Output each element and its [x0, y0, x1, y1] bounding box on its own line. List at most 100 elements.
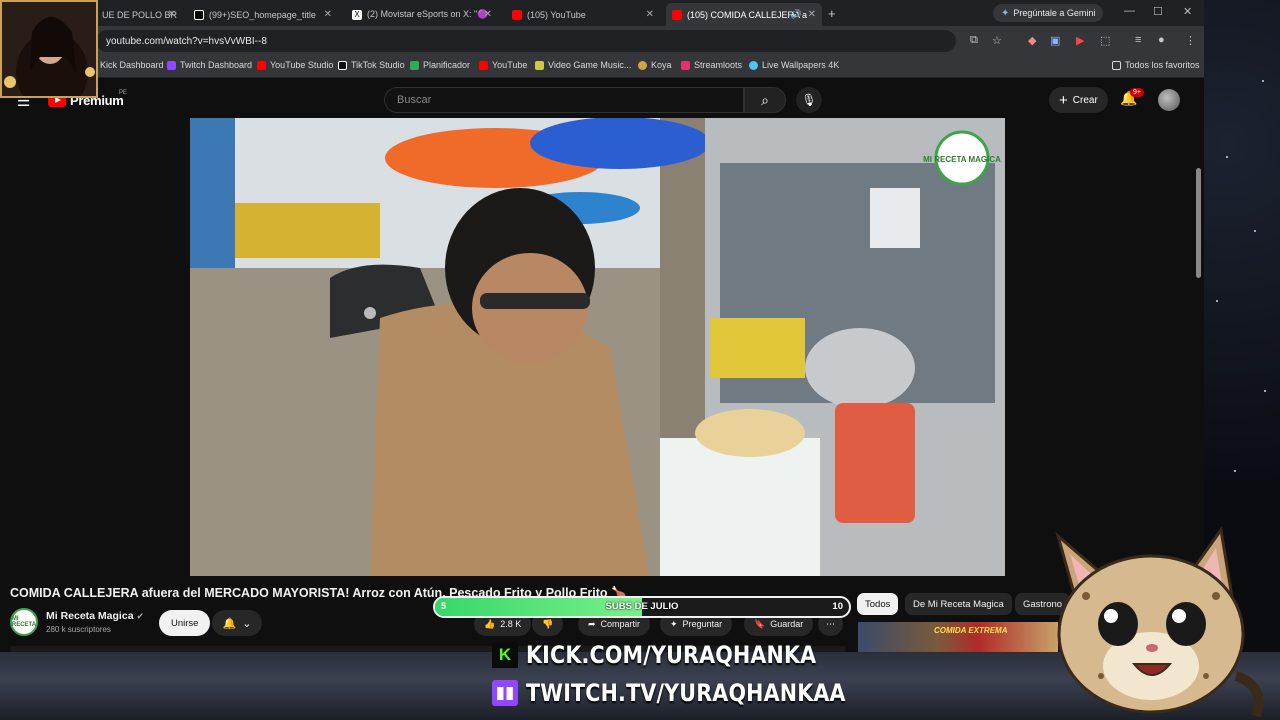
screen: UE DE POLLO BR ✕ (99+)SEO_homepage_title…	[0, 0, 1280, 720]
join-label: Unirse	[171, 617, 199, 629]
tab-3[interactable]: X (2) Movistar eSports on X: "🟣 ✕	[346, 3, 498, 26]
bookmark-label: Todos los favoritos	[1125, 60, 1200, 70]
video-channel-logo: MI RECETA MAGICA	[923, 155, 1001, 164]
tab-1[interactable]: UE DE POLLO BR ✕	[96, 3, 182, 26]
tab-strip: UE DE POLLO BR ✕ (99+)SEO_homepage_title…	[0, 0, 1204, 26]
tab-label: (105) COMIDA CALLEJERA a	[687, 9, 808, 20]
country-code: PE	[119, 90, 128, 96]
search-button[interactable]: ⌕	[744, 87, 786, 113]
kick-link: K KICK.COM/YURAQHANKA	[492, 641, 864, 669]
subscription-bell-button[interactable]: 🔔 ⌄	[212, 610, 262, 636]
bookmark-star-icon[interactable]: ☆	[992, 34, 1002, 47]
share-icon: ➦	[588, 618, 596, 629]
kick-logo-icon: K	[492, 642, 518, 668]
tab-5-active[interactable]: (105) COMIDA CALLEJERA a 🔊 ✕	[666, 3, 822, 26]
close-icon[interactable]: ✕	[484, 9, 492, 20]
video-player[interactable]: MI RECETA MAGICA	[190, 118, 1005, 576]
account-avatar[interactable]	[1158, 89, 1180, 111]
streamloots-icon	[681, 60, 690, 70]
translate-icon[interactable]: ▣	[1050, 34, 1060, 47]
verified-icon: ✔	[136, 611, 145, 621]
bookmark-streamloots[interactable]: Streamloots	[681, 60, 742, 70]
minimize-icon[interactable]: —	[1124, 5, 1135, 17]
tab-4[interactable]: (105) YouTube ✕	[506, 3, 660, 26]
create-button[interactable]: + Crear	[1049, 87, 1108, 113]
tab-2[interactable]: (99+)SEO_homepage_title ✕	[188, 3, 338, 26]
voice-search-button[interactable]: 🎙	[796, 87, 822, 113]
bookmark-planificador[interactable]: Planificador	[410, 60, 470, 70]
cast-icon[interactable]: ⧉	[970, 34, 978, 47]
related-video-thumbnail[interactable]: COMIDA EXTREMA	[858, 622, 1058, 652]
bookmark-label: TikTok Studio	[351, 60, 405, 70]
new-tab-button[interactable]: +	[828, 6, 836, 21]
twitch-link: ▮▮ TWITCH.TV/YURAQHANKAA	[492, 679, 898, 707]
browser-window: UE DE POLLO BR ✕ (99+)SEO_homepage_title…	[0, 0, 1204, 652]
bookmark-twitch-dashboard[interactable]: Twitch Dashboard	[167, 60, 252, 70]
gemini-button[interactable]: ✦ Pregúntale a Gemini	[993, 4, 1104, 22]
window-close-icon[interactable]: ✕	[1183, 5, 1192, 18]
address-bar: youtube.com/watch?v=hvsVvWBI--8 ⧉ ☆ ◆ ▣ …	[0, 26, 1204, 56]
close-icon[interactable]: ✕	[324, 9, 332, 20]
channel-name[interactable]: Mi Receta Magica ✔	[46, 610, 144, 622]
close-icon[interactable]: ✕	[646, 9, 654, 20]
extension-icon[interactable]: ◆	[1028, 34, 1036, 47]
bookmark-youtube-studio[interactable]: YouTube Studio	[257, 60, 333, 70]
bookmark-label: Kick Dashboard	[100, 60, 164, 70]
music-icon	[535, 60, 544, 70]
chip-todos[interactable]: Todos	[857, 593, 899, 615]
subs-goal-bar: 5 SUBS DE JULIO 10	[433, 596, 851, 618]
url-text: youtube.com/watch?v=hvsVvWBI--8	[106, 35, 267, 47]
url-field[interactable]: youtube.com/watch?v=hvsVvWBI--8	[96, 30, 956, 52]
youtube-icon	[257, 60, 266, 70]
ask-label: Preguntar	[682, 619, 723, 629]
subscriber-count: 280 k suscriptores	[46, 625, 111, 634]
channel-name-text: Mi Receta Magica	[46, 610, 134, 622]
close-icon[interactable]: ✕	[168, 9, 176, 20]
wallpaper-icon	[749, 60, 758, 70]
bookmark-label: Planificador	[423, 60, 471, 70]
bookmark-live-wallpapers[interactable]: Live Wallpapers 4K	[749, 60, 839, 70]
media-icon[interactable]: ≡	[1135, 34, 1141, 46]
webcam-feed	[2, 2, 96, 96]
chevron-down-icon: ⌄	[242, 617, 252, 630]
streamer-webcam	[0, 0, 98, 98]
thumbnail-label: COMIDA EXTREMA	[934, 626, 1008, 635]
subs-goal-label: SUBS DE JULIO	[605, 601, 679, 612]
all-bookmarks[interactable]: Todos los favoritos	[1112, 60, 1200, 70]
sparkle-icon: ✦	[670, 618, 678, 629]
create-label: Crear	[1072, 94, 1098, 106]
channel-avatar[interactable]: MI RECETA	[10, 608, 38, 636]
bookmark-label: Live Wallpapers 4K	[762, 60, 840, 70]
search-placeholder: Buscar	[397, 94, 432, 106]
folder-icon	[1112, 60, 1121, 70]
menu-icon[interactable]: ⋮	[1185, 34, 1196, 47]
x-icon: X	[352, 9, 362, 20]
thumbs-down-icon: 👎	[542, 618, 554, 629]
youtube-ext-icon[interactable]: ▶	[1076, 34, 1084, 47]
search-icon: ⌕	[761, 91, 769, 108]
twitch-icon	[167, 60, 176, 70]
chip-channel[interactable]: De Mi Receta Magica	[905, 593, 1012, 615]
gemini-label: Pregúntale a Gemini	[1013, 8, 1096, 18]
bookmark-tiktok-studio[interactable]: TikTok Studio	[338, 60, 405, 70]
search-input[interactable]: Buscar	[384, 87, 744, 113]
bookmark-icon: 🔖	[754, 618, 766, 629]
page-scrollbar[interactable]	[1196, 168, 1201, 278]
close-icon[interactable]: ✕	[808, 9, 816, 20]
extensions-icon[interactable]: ⬚	[1100, 34, 1110, 47]
maximize-icon[interactable]: ☐	[1153, 5, 1163, 18]
bookmark-koya[interactable]: Koya	[638, 60, 672, 70]
bookmark-kick-dashboard[interactable]: Kick Dashboard	[100, 60, 164, 70]
bookmark-label: YouTube Studio	[270, 60, 334, 70]
bookmark-video-game-music[interactable]: Video Game Music...	[535, 60, 631, 70]
bookmark-label: Koya	[651, 60, 672, 70]
bookmark-youtube[interactable]: YouTube	[479, 60, 527, 70]
youtube-icon	[512, 9, 522, 20]
cat-mascot	[1046, 526, 1266, 720]
audio-icon[interactable]: 🔊	[791, 9, 802, 20]
chip-label: Todos	[865, 598, 891, 610]
join-button[interactable]: Unirse	[159, 610, 211, 636]
bell-icon: 🔔	[222, 617, 237, 630]
profile-icon[interactable]: ●	[1158, 34, 1165, 46]
tab-label: UE DE POLLO BR	[102, 9, 178, 20]
